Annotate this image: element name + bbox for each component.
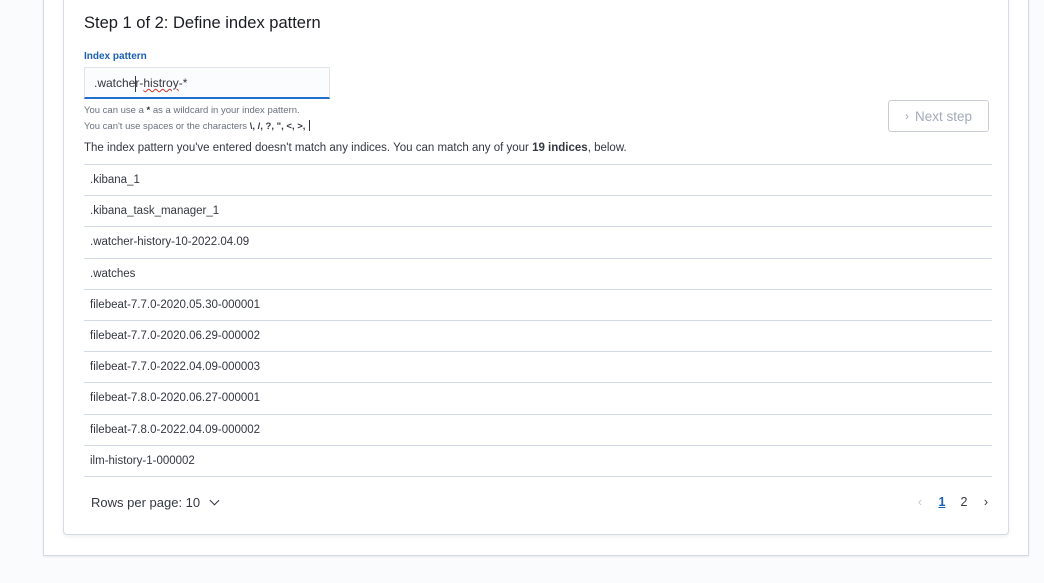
index-pattern-value[interactable]: .watcher-histroy-* [94,76,187,90]
rows-per-page-label: Rows per page: 10 [91,495,201,510]
index-row: filebeat-7.8.0-2022.04.09-000002 [84,415,992,446]
text-cursor [135,76,136,92]
next-step-label: Next step [914,108,973,124]
index-row: filebeat-7.7.0-2022.04.09-000003 [84,352,992,384]
index-pattern-label: Index pattern [84,51,147,62]
chevron-down-icon [209,495,220,506]
chevron-right-icon: › [904,109,909,123]
rows-per-page-button[interactable]: Rows per page: 10 [91,495,220,510]
index-row: .kibana_task_manager_1 [84,196,992,228]
index-row: ilm-history-1-000002 [84,446,992,477]
next-page-button[interactable]: › [975,495,997,509]
index-row: filebeat-7.7.0-2020.05.30-000001 [84,290,992,321]
selection-caret [309,120,311,131]
index-row: .kibana_1 [84,165,992,197]
next-step-button[interactable]: › Next step [888,100,989,132]
index-pattern-input[interactable]: .watcher-histroy-* [84,67,330,99]
page-2-button[interactable]: 2 [953,495,975,509]
index-row: .watcher-history-10-2022.04.09 [84,227,992,259]
no-match-message: The index pattern you've entered doesn't… [84,142,627,154]
index-list: .kibana_1 .kibana_task_manager_1 .watche… [84,164,992,477]
misspelled-word: histroy [143,76,179,90]
index-row: filebeat-7.7.0-2020.06.29-000002 [84,321,992,353]
help-text-wildcard: You can use a * as a wildcard in your in… [84,105,300,116]
indices-count: 19 indices [532,142,588,154]
previous-page-button[interactable]: ‹ [909,495,931,509]
step-title: Step 1 of 2: Define index pattern [84,14,321,32]
page-1-button[interactable]: 1 [931,495,953,509]
index-row: .watches [84,259,992,290]
pagination: ‹ 1 2 › [909,495,997,509]
index-row: filebeat-7.8.0-2020.06.27-000001 [84,383,992,415]
help-text-characters: You can't use spaces or the characters \… [84,120,311,133]
